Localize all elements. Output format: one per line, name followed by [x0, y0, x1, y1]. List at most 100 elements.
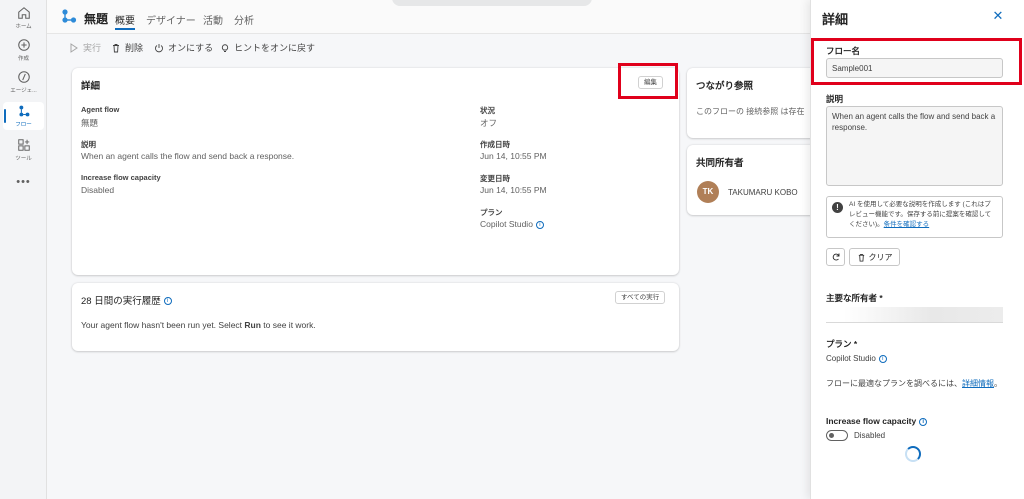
owner-name: TAKUMARU KOBO: [728, 188, 798, 197]
loading-spinner-icon: [905, 446, 921, 462]
rail-item-create[interactable]: 作成: [3, 36, 44, 64]
tab-overview[interactable]: 概要: [115, 12, 135, 30]
primary-owner-label: 主要な所有者 *: [826, 293, 883, 303]
plan-label: プラン *: [826, 339, 858, 349]
highlight-edit-box: [618, 63, 678, 99]
rail-label: フロー: [15, 122, 32, 128]
rail-label: 作成: [17, 56, 29, 62]
field-value: Disabled: [81, 185, 115, 195]
avatar: TK: [697, 181, 719, 203]
plan-hint-text: フローに最適なプランを調べるには、: [826, 379, 962, 388]
close-icon[interactable]: ✕: [991, 9, 1005, 23]
field-value: Jun 14, 10:55 PM: [480, 151, 547, 161]
plan-value: Copilot Studio i: [826, 354, 887, 363]
run-button[interactable]: 実行: [69, 41, 101, 54]
plan-hint: フローに最適なプランを調べるには、詳細情報。: [826, 378, 1006, 390]
plan-value: Copilot Studio i: [480, 219, 544, 229]
bulb-icon: [221, 43, 229, 52]
run-history-message: Your agent flow hasn't been run yet. Sel…: [81, 320, 316, 330]
plus-circle-icon: [17, 39, 30, 51]
trash-icon: [113, 43, 119, 52]
info-icon[interactable]: i: [878, 354, 887, 363]
capacity-toggle[interactable]: [826, 430, 848, 441]
command-bar: 実行 削除 オンにする ヒントをオンに戻す: [47, 34, 810, 60]
regenerate-button[interactable]: [826, 248, 845, 266]
info-icon[interactable]: i: [163, 297, 172, 306]
left-rail: ホーム 作成 エージェ... フロー ツール •••: [0, 0, 47, 499]
connections-text: このフローの 接続参照 は存在: [696, 107, 805, 116]
plan-value-text: Copilot Studio: [480, 219, 533, 229]
delete-button[interactable]: 削除: [111, 41, 143, 54]
delete-label: 削除: [125, 43, 144, 53]
run-history-card: 28 日間の実行履歴 i すべての実行 Your agent flow hasn'…: [72, 283, 679, 351]
rail-item-agents[interactable]: エージェ...: [3, 68, 44, 96]
home-icon: [17, 7, 30, 19]
rail-label: ツール: [15, 156, 32, 162]
plan-hint-end: 。: [994, 379, 1002, 388]
run-history-message-bold: Run: [244, 320, 261, 330]
flow-title: 無題: [84, 12, 109, 26]
details-card: 詳細 編集 Agent flow 無題 説明 When an agent cal…: [72, 68, 679, 275]
rail-item-home[interactable]: ホーム: [3, 4, 44, 32]
field-label: Increase flow capacity: [81, 173, 161, 182]
rail-label: エージェ...: [10, 88, 37, 94]
coowners-card-title: 共同所有者: [696, 158, 744, 169]
run-history-title: 28 日間の実行履歴 i: [81, 293, 172, 307]
play-icon: [70, 42, 78, 53]
info-icon[interactable]: i: [535, 220, 544, 229]
run-history-title-text: 28 日間の実行履歴: [81, 296, 161, 307]
connections-card-title: つながり参照: [696, 81, 754, 92]
details-card-title: 詳細: [81, 81, 101, 92]
field-label: 状況: [480, 106, 495, 115]
highlight-flow-name-box: [811, 38, 1022, 85]
hint-button[interactable]: ヒントをオンに戻す: [220, 41, 315, 54]
primary-owner-field[interactable]: [826, 307, 1003, 323]
clear-label: クリア: [868, 252, 893, 262]
field-value: Jun 14, 10:55 PM: [480, 185, 547, 195]
rail-item-flows[interactable]: フロー: [3, 102, 44, 130]
run-history-message-b: to see it work.: [260, 320, 316, 330]
ai-notice: ! AI を使用して必要な説明を作成します (これはプレビュー機能です。保存する…: [826, 196, 1003, 238]
agent-icon: [17, 71, 30, 83]
capacity-label-text: Increase flow capacity: [826, 416, 917, 426]
clear-button[interactable]: クリア: [849, 248, 900, 266]
details-panel: 詳細 ✕ フロー名 Sample001 説明 When an agent cal…: [810, 0, 1024, 499]
field-label: 変更日時: [480, 174, 510, 183]
all-runs-button[interactable]: すべての実行: [615, 291, 666, 304]
info-icon[interactable]: i: [919, 417, 928, 426]
panel-title: 詳細: [822, 12, 849, 27]
connections-card: つながり参照 このフローの 接続参照 は存在: [687, 68, 817, 138]
field-label: 作成日時: [480, 140, 510, 149]
description-label: 説明: [826, 94, 844, 104]
field-label: プラン: [480, 208, 503, 217]
field-label: 説明: [81, 140, 96, 149]
run-label: 実行: [83, 43, 102, 53]
field-label: Agent flow: [81, 105, 120, 114]
description-textarea[interactable]: When an agent calls the flow and send ba…: [826, 106, 1003, 186]
rail-item-tools[interactable]: ツール: [3, 136, 44, 164]
learn-more-link[interactable]: 詳細情報: [962, 379, 994, 388]
hint-label: ヒントをオンに戻す: [234, 43, 316, 53]
trash-icon: [858, 253, 864, 262]
top-bar: 無題 概要 デザイナー 活動 分析: [47, 0, 810, 34]
main-area: 無題 概要 デザイナー 活動 分析 実行 削除 オンにする ヒントをオンに戻す …: [47, 0, 817, 499]
field-value: オフ: [480, 118, 498, 128]
tools-icon: [17, 139, 30, 151]
tab-analytics[interactable]: 分析: [234, 12, 254, 27]
turn-on-label: オンにする: [168, 43, 214, 53]
field-value: When an agent calls the flow and send ba…: [81, 151, 295, 161]
more-icon[interactable]: •••: [0, 176, 47, 188]
flow-logo-icon: [62, 9, 77, 23]
screen-notch: [392, 0, 592, 6]
capacity-value: Disabled: [854, 431, 886, 440]
rail-label: ホーム: [15, 24, 32, 30]
refresh-icon: [832, 253, 839, 261]
run-history-message-a: Your agent flow hasn't been run yet. Sel…: [81, 320, 245, 330]
alert-icon: !: [832, 202, 843, 213]
tab-designer[interactable]: デザイナー: [146, 12, 196, 27]
field-value: 無題: [81, 118, 99, 128]
turn-on-button[interactable]: オンにする: [154, 41, 213, 54]
review-terms-link[interactable]: 条件を確認する: [884, 221, 930, 228]
tab-activity[interactable]: 活動: [203, 12, 223, 27]
plan-value-text: Copilot Studio: [826, 354, 876, 363]
